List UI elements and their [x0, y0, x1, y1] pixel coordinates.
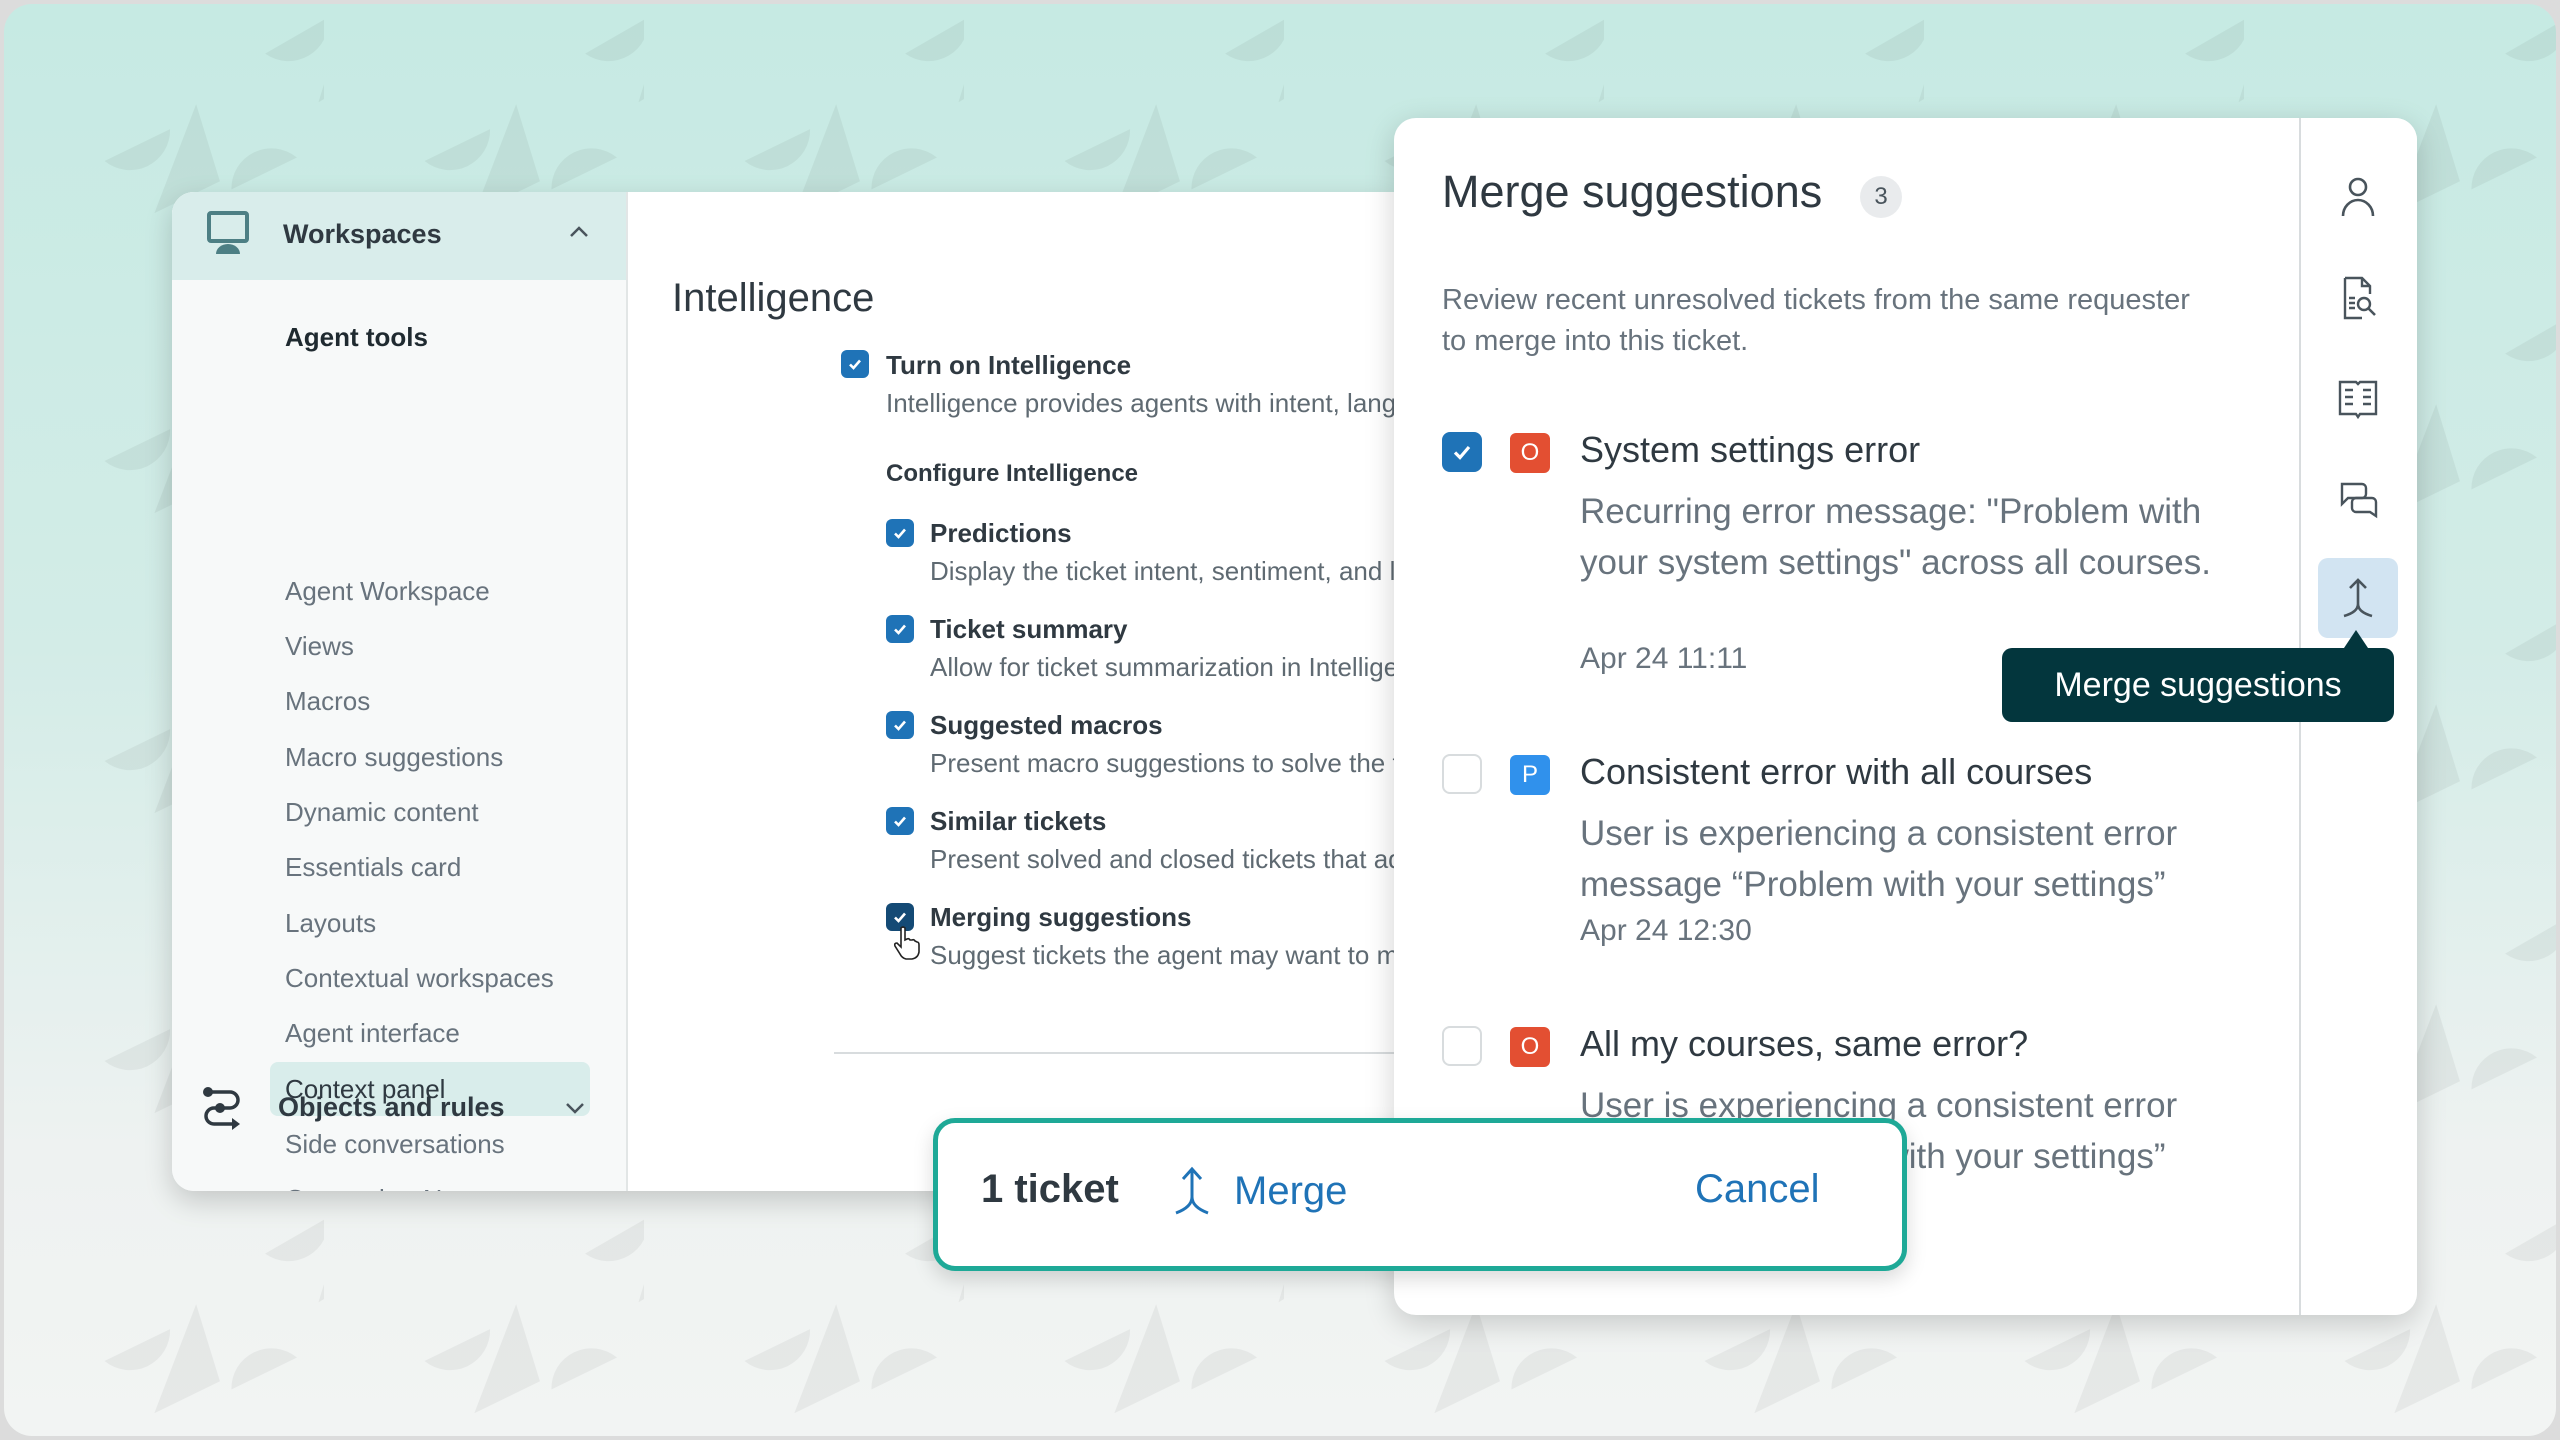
- similar-tickets-checkbox[interactable]: [886, 807, 914, 835]
- objects-and-rules-label: Objects and rules: [278, 1092, 505, 1122]
- checkmark-icon: [894, 720, 906, 731]
- objects-and-rules-header[interactable]: Objects and rules: [168, 1070, 624, 1150]
- hand-cursor-icon: [893, 926, 920, 960]
- suggestion-checkbox[interactable]: [1442, 1026, 1482, 1066]
- settings-window: Workspaces Agent tools Agent Workspace V…: [172, 192, 1394, 1191]
- page-title: Intelligence: [672, 276, 875, 320]
- suggestion-count-badge: 3: [1860, 176, 1902, 218]
- side-conversations-icon: [2340, 482, 2378, 519]
- suggestion-date: Apr 24 12:30: [1580, 914, 1752, 947]
- objects-rules-icon: [203, 1087, 240, 1130]
- knowledge-button[interactable]: [2318, 258, 2398, 338]
- suggestion-title[interactable]: System settings error: [1580, 429, 1920, 471]
- checkmark-icon: [894, 816, 906, 827]
- background-frame: Workspaces Agent tools Agent Workspace V…: [4, 4, 2556, 1436]
- merge-suggestions-button[interactable]: [2318, 558, 2398, 638]
- ticket-summary-checkbox[interactable]: [886, 615, 914, 643]
- sidebar-item-macros[interactable]: Macros: [270, 674, 590, 728]
- merge-suggestions-tooltip: Merge suggestions: [2002, 630, 2394, 722]
- section-divider: [834, 1052, 1394, 1054]
- similar-tickets-label: Similar tickets: [930, 806, 1107, 836]
- user-icon: [2341, 177, 2375, 217]
- suggestion-body: Recurring error message: "Problem with y…: [1580, 492, 2211, 582]
- sidebar-item-dynamic-content[interactable]: Dynamic content: [270, 785, 590, 839]
- predictions-description: Display the ticket intent, sentiment, an…: [930, 556, 1394, 586]
- chevron-up-icon[interactable]: [568, 224, 590, 240]
- suggestion-body: User is experiencing a consistent error …: [1580, 814, 2178, 904]
- sidebar-item-macro-suggestions[interactable]: Macro suggestions: [270, 730, 590, 784]
- merge-action-bar: 1 ticket Merge Cancel: [933, 1118, 1907, 1271]
- suggestion-date: Apr 24 11:11: [1580, 642, 1748, 675]
- book-icon: [2338, 380, 2378, 420]
- sidebar-item-agent-workspace[interactable]: Agent Workspace: [270, 564, 590, 618]
- sidebar-item-contextual-workspaces[interactable]: Contextual workspaces: [270, 951, 590, 1005]
- ticket-summary-description: Allow for ticket summarization in Intell…: [930, 652, 1394, 682]
- merging-suggestions-description: Suggest tickets the agent may want to me…: [930, 940, 1394, 970]
- merge-button-label: Merge: [1234, 1168, 1348, 1213]
- sidebar-item-generative-ai[interactable]: Generative AI: [270, 1172, 590, 1191]
- sidebar-item-layouts[interactable]: Layouts: [270, 896, 590, 950]
- panel-title: Merge suggestions: [1442, 166, 1823, 217]
- status-badge-open: O: [1510, 1027, 1550, 1067]
- chevron-down-icon[interactable]: [564, 1100, 586, 1116]
- turn-on-intelligence-label: Turn on Intelligence: [886, 350, 1132, 380]
- intelligence-settings: Intelligence Turn on Intelligence Intell…: [628, 192, 1394, 1191]
- predictions-checkbox[interactable]: [886, 519, 914, 547]
- similar-tickets-description: Present solved and closed tickets that a…: [930, 844, 1394, 874]
- suggestion-checkbox[interactable]: [1442, 432, 1482, 472]
- merge-icon: [2343, 578, 2373, 618]
- workspaces-section-header[interactable]: Workspaces: [172, 192, 626, 280]
- cancel-button[interactable]: Cancel: [1695, 1167, 1820, 1212]
- suggestion-title[interactable]: All my courses, same error?: [1580, 1023, 2028, 1065]
- suggestion-checkbox[interactable]: [1442, 754, 1482, 794]
- turn-on-intelligence-description: Intelligence provides agents with intent…: [886, 388, 1394, 418]
- checkmark-icon: [1453, 445, 1471, 460]
- status-badge-pending: P: [1510, 755, 1550, 795]
- suggested-macros-label: Suggested macros: [930, 710, 1163, 740]
- configure-intelligence-heading: Configure Intelligence: [886, 460, 1139, 487]
- checkmark-icon: [894, 528, 906, 539]
- agent-tools-heading: Agent tools: [285, 322, 428, 352]
- merging-suggestions-label: Merging suggestions: [930, 902, 1192, 932]
- suggested-macros-checkbox[interactable]: [886, 711, 914, 739]
- merge-icon: [1175, 1166, 1209, 1215]
- merge-button[interactable]: Merge: [1170, 1161, 1347, 1221]
- checkmark-icon: [849, 359, 861, 370]
- ticket-summary-label: Ticket summary: [930, 614, 1128, 644]
- selected-ticket-count: 1 ticket: [981, 1167, 1119, 1211]
- side-conversations-button[interactable]: [2318, 458, 2398, 538]
- suggested-macros-description: Present macro suggestions to solve the t…: [930, 748, 1394, 778]
- panel-description: Review recent unresolved tickets from th…: [1442, 284, 2190, 357]
- checkmark-icon: [894, 912, 906, 923]
- suggestion-title[interactable]: Consistent error with all courses: [1580, 751, 2092, 793]
- predictions-label: Predictions: [930, 518, 1072, 548]
- monitor-icon: [207, 211, 249, 254]
- checkmark-icon: [894, 624, 906, 635]
- guides-button[interactable]: [2318, 358, 2398, 438]
- knowledge-search-icon: [2343, 276, 2376, 320]
- sidebar-item-views[interactable]: Views: [270, 619, 590, 673]
- sidebar-item-essentials-card[interactable]: Essentials card: [270, 840, 590, 894]
- customer-context-button[interactable]: [2318, 158, 2398, 238]
- status-badge-open: O: [1510, 433, 1550, 473]
- admin-sidebar: Workspaces Agent tools Agent Workspace V…: [172, 192, 628, 1191]
- workspaces-label: Workspaces: [283, 219, 442, 249]
- sidebar-item-agent-interface[interactable]: Agent interface: [270, 1006, 590, 1060]
- turn-on-intelligence-checkbox[interactable]: [841, 350, 869, 378]
